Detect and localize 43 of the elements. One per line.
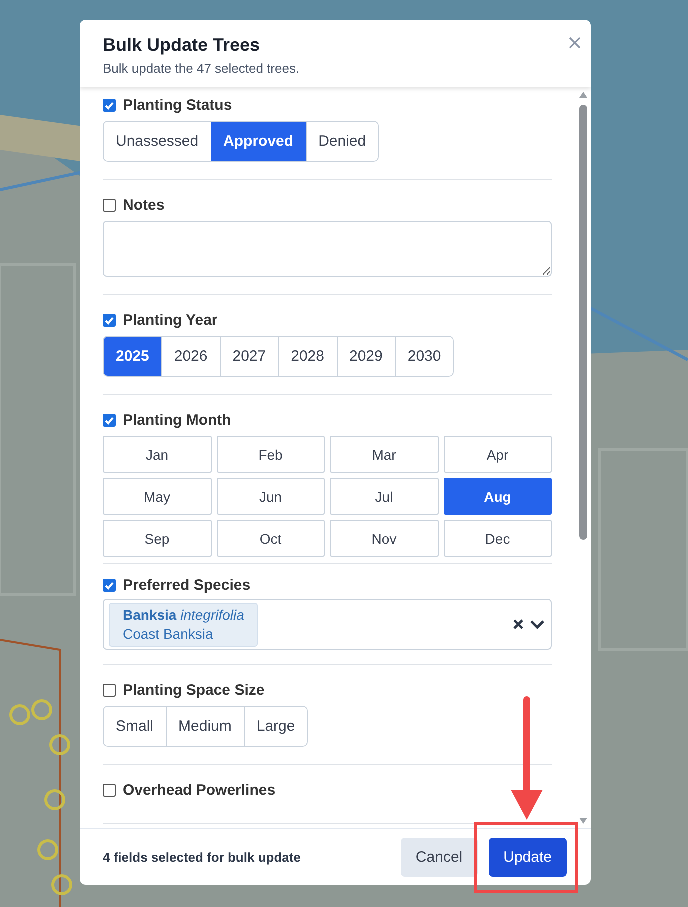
month-button[interactable]: Aug (444, 478, 552, 515)
clear-icon[interactable] (513, 619, 524, 630)
field-label: Planting Space Size (123, 682, 265, 699)
option-button[interactable]: Large (244, 707, 308, 746)
notes-field[interactable] (103, 221, 552, 277)
month-button[interactable]: Nov (330, 520, 438, 557)
checkbox[interactable] (103, 314, 116, 327)
field-label: Planting Status (123, 97, 232, 114)
month-button[interactable]: Oct (216, 520, 325, 557)
checkbox[interactable] (103, 784, 116, 797)
checkbox[interactable] (103, 99, 116, 112)
field-label: Notes (123, 197, 165, 214)
month-button[interactable]: Jun (216, 478, 325, 515)
month-button[interactable]: Feb (216, 436, 325, 473)
close-icon[interactable] (569, 37, 581, 49)
chevron-down-icon[interactable] (530, 620, 545, 630)
field-label: Overhead Powerlines (123, 782, 276, 799)
month-button[interactable]: Jul (330, 478, 438, 515)
field-label: Planting Year (123, 312, 218, 329)
field-label: Planting Month (123, 412, 232, 429)
option-button[interactable]: Denied (306, 122, 378, 161)
checkbox[interactable] (103, 684, 116, 697)
month-button[interactable]: Sep (103, 520, 212, 557)
month-button[interactable]: Jan (103, 436, 212, 473)
field-label: Preferred Species (123, 577, 251, 594)
scrollbar[interactable] (579, 90, 588, 826)
month-button[interactable]: May (103, 478, 212, 515)
month-button[interactable]: Apr (444, 436, 552, 473)
dialog-subtitle: Bulk update the 47 selected trees. (103, 61, 301, 76)
checkbox[interactable] (103, 414, 116, 427)
dialog-title: Bulk Update Trees (103, 35, 262, 56)
option-button[interactable]: 2030 (394, 337, 454, 376)
month-button[interactable]: Mar (330, 436, 438, 473)
selection-summary: 4 fields selected for bulk update (103, 850, 302, 864)
update-button[interactable]: Update (488, 838, 567, 876)
option-button[interactable]: 2025 (104, 337, 162, 376)
checkbox[interactable] (103, 579, 116, 592)
month-button[interactable]: Dec (444, 520, 552, 557)
cancel-button[interactable]: Cancel (400, 838, 478, 876)
checkbox[interactable] (103, 199, 116, 212)
species-select[interactable]: Banksia integrifolia Coast Banksia (103, 599, 552, 650)
species-tag[interactable]: Banksia integrifolia Coast Banksia (109, 602, 258, 646)
option-button[interactable]: Approved (210, 122, 306, 161)
